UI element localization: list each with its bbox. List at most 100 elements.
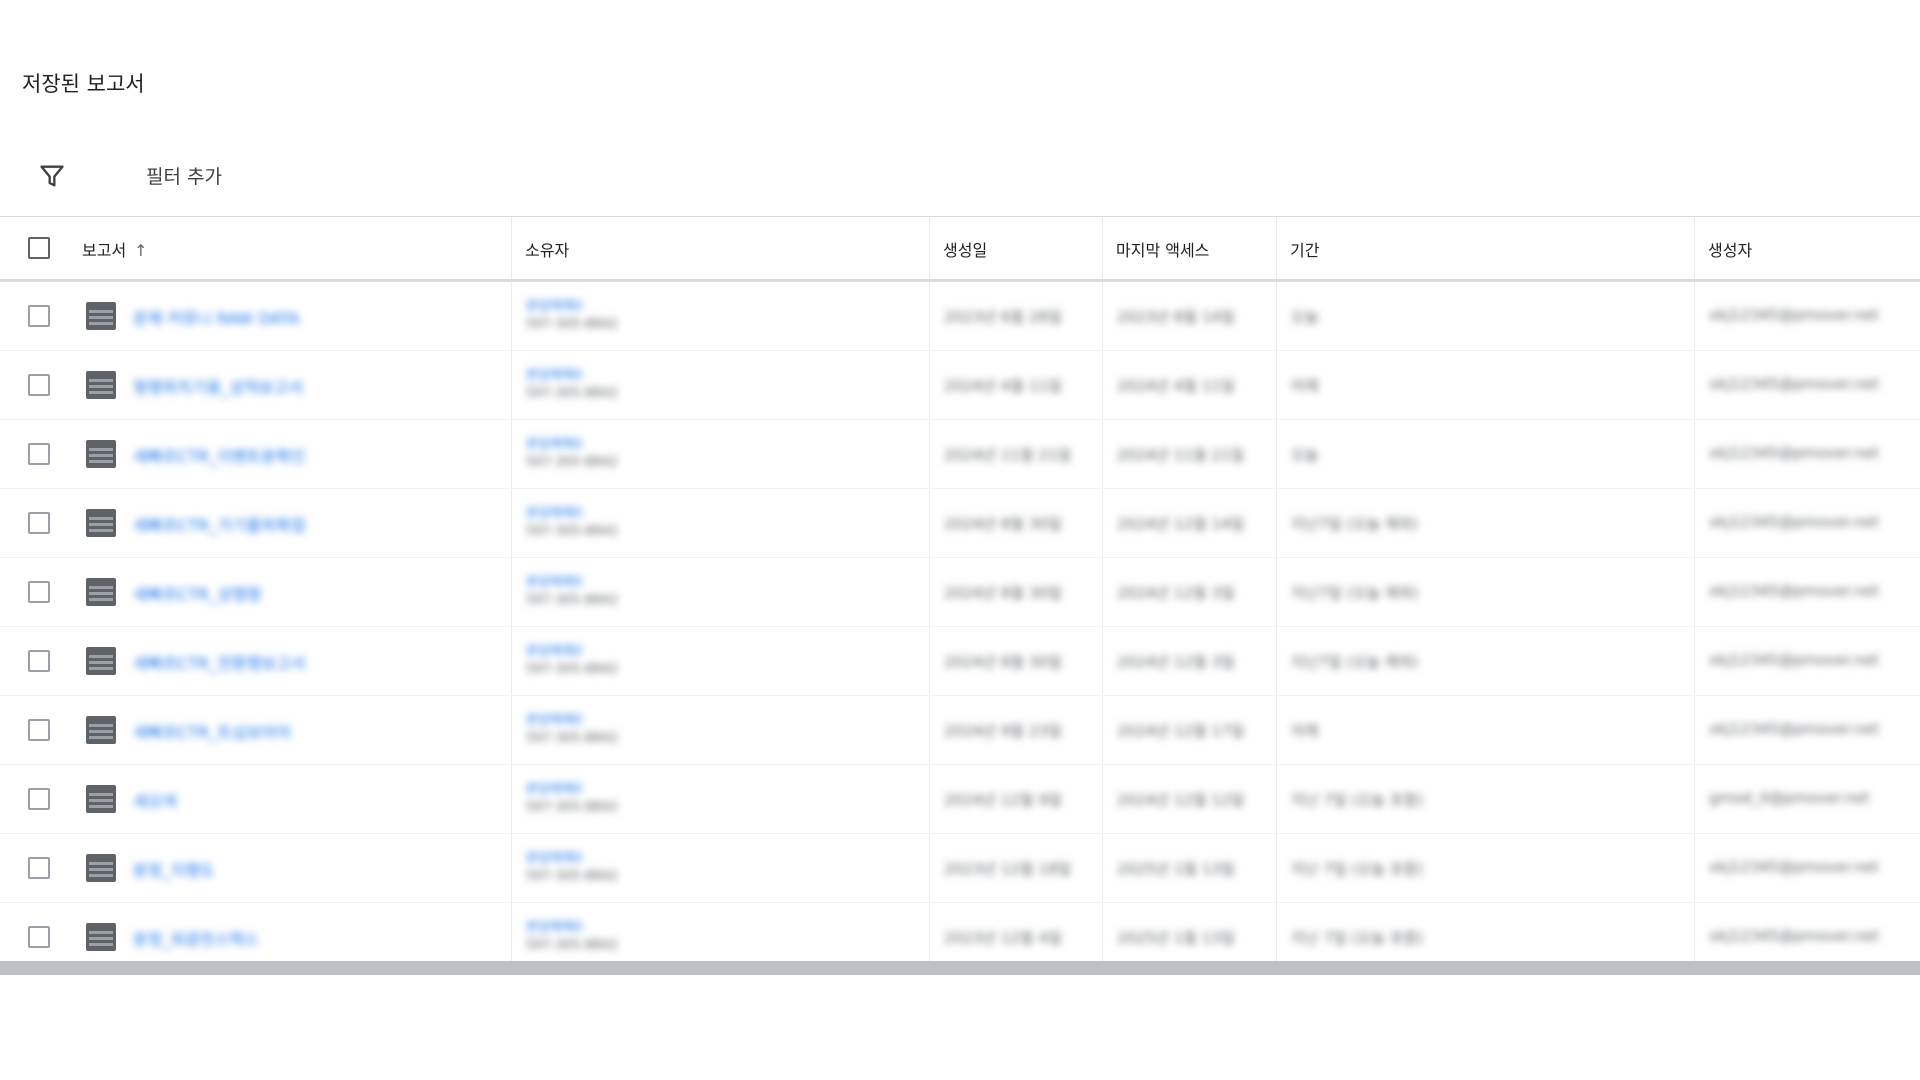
report-name-link[interactable]: 세빠르CTR_성행형 xyxy=(133,581,261,605)
cell-owner: 본담매체0 597-305-8842 xyxy=(511,489,929,557)
report-table-icon xyxy=(86,371,116,399)
owner-id: 597-305-8842 xyxy=(526,869,619,884)
last-access-date: 2024년 12월 3일 xyxy=(1117,653,1235,671)
report-name-link[interactable]: 세빠르CTR_트심보어어 xyxy=(133,719,291,743)
table-row[interactable]: 세빠르CTR_이벤트분확인 본담매체0 597-305-8842 2024년 11월 … xyxy=(0,420,1920,489)
creator-email: gmod_0@pmover.net xyxy=(1709,789,1870,807)
cell-last-access: 2024년 4월 11일 xyxy=(1102,351,1276,419)
report-name-link[interactable]: 세빠르CTR_전환행보고서 xyxy=(133,650,306,674)
column-header-report[interactable]: 보고서 ↑ xyxy=(0,217,511,279)
cell-period: 지난7일 (오늘 제외) xyxy=(1276,489,1694,557)
period-text: 지난7일 (오늘 제외) xyxy=(1291,653,1419,671)
cell-report: 세빠르CTR_전환행보고서 xyxy=(0,627,511,695)
cell-owner: 본담매체0 597-305-8842 xyxy=(511,765,929,833)
report-name-link[interactable]: 세오여 xyxy=(133,788,177,812)
add-filter-button[interactable]: 필터 추가 xyxy=(146,162,222,189)
cell-created: 2024년 11월 21일 xyxy=(929,420,1102,488)
last-access-date: 2024년 12월 14일 xyxy=(1117,515,1245,533)
row-checkbox[interactable] xyxy=(28,374,50,396)
last-access-date: 2024년 12월 17일 xyxy=(1117,722,1245,740)
cell-period: 어제 xyxy=(1276,696,1694,764)
owner-id: 597-305-8842 xyxy=(526,800,619,815)
horizontal-scrollbar[interactable] xyxy=(0,961,1920,975)
cell-owner: 본담매체0 597-305-8842 xyxy=(511,420,929,488)
cell-last-access: 2023년 8월 14일 xyxy=(1102,282,1276,350)
creator-email: xkj12345@pmover.net xyxy=(1709,513,1880,531)
table-row[interactable]: 분정_지행도 본담매체0 597-305-8842 2023년 12월 18일 2025… xyxy=(0,834,1920,903)
cell-report: 세오여 xyxy=(0,765,511,833)
table-row[interactable]: 세빠르CTR_가기물위확점 본담매체0 597-305-8842 2024년 8월 3… xyxy=(0,489,1920,558)
cell-creator: xkj12345@pmover.net xyxy=(1694,420,1920,488)
cell-created: 2023년 12월 18일 xyxy=(929,834,1102,902)
cell-owner: 본담매체0 597-305-8842 xyxy=(511,351,929,419)
cell-period: 지난7일 (오늘 제외) xyxy=(1276,627,1694,695)
report-name-link[interactable]: 분정_외광전스텍스 xyxy=(133,926,259,950)
column-label-report: 보고서 xyxy=(82,241,127,260)
column-header-owner[interactable]: 소유자 xyxy=(511,217,929,279)
column-header-last-access[interactable]: 마지막 액세스 xyxy=(1102,217,1276,279)
created-date: 2023년 6월 28일 xyxy=(944,308,1062,326)
owner-name[interactable]: 본담매체0 xyxy=(526,640,582,659)
table-row[interactable]: 세빠르CTR_성행형 본담매체0 597-305-8842 2024년 8월 30일 2… xyxy=(0,558,1920,627)
owner-name[interactable]: 본담매체0 xyxy=(526,502,582,521)
owner-name[interactable]: 본담매체0 xyxy=(526,433,582,452)
last-access-date: 2023년 8월 14일 xyxy=(1117,308,1235,326)
report-name-link[interactable]: 분정_지행도 xyxy=(133,857,215,881)
owner-name[interactable]: 본담매체0 xyxy=(526,709,582,728)
table-row[interactable]: 문제 커뮤니 RAW DATA 본담매체0 597-305-8842 2023년 6월… xyxy=(0,282,1920,351)
cell-creator: xkj12345@pmover.net xyxy=(1694,282,1920,350)
filter-icon[interactable] xyxy=(38,162,66,190)
cell-last-access: 2025년 1월 13일 xyxy=(1102,834,1276,902)
owner-name[interactable]: 본담매체0 xyxy=(526,295,582,314)
row-checkbox[interactable] xyxy=(28,650,50,672)
owner-id: 597-305-8842 xyxy=(526,386,619,401)
cell-creator: gmod_0@pmover.net xyxy=(1694,765,1920,833)
report-name-link[interactable]: 문제 커뮤니 RAW DATA xyxy=(133,305,299,329)
report-table-icon xyxy=(86,716,116,744)
owner-name[interactable]: 본담매체0 xyxy=(526,571,582,590)
cell-owner: 본담매체0 597-305-8842 xyxy=(511,627,929,695)
creator-email: xkj12345@pmover.net xyxy=(1709,582,1880,600)
column-header-created[interactable]: 생성일 xyxy=(929,217,1102,279)
owner-name[interactable]: 본담매체0 xyxy=(526,364,582,383)
row-checkbox[interactable] xyxy=(28,512,50,534)
table-row[interactable]: 세오여 본담매체0 597-305-8842 2024년 12월 9일 2024년 12… xyxy=(0,765,1920,834)
column-label-owner: 소유자 xyxy=(525,241,570,260)
created-date: 2024년 8월 30일 xyxy=(944,584,1062,602)
cell-last-access: 2024년 12월 17일 xyxy=(1102,696,1276,764)
page-title: 저장된 보고서 xyxy=(22,72,145,96)
cell-creator: xkj12345@pmover.net xyxy=(1694,834,1920,902)
report-name-link[interactable]: 세빠르CTR_이벤트분확인 xyxy=(133,443,306,467)
row-checkbox[interactable] xyxy=(28,788,50,810)
cell-last-access: 2024년 12월 14일 xyxy=(1102,489,1276,557)
cell-last-access: 2024년 12월 3일 xyxy=(1102,558,1276,626)
table-row[interactable]: 세빠르CTR_전환행보고서 본담매체0 597-305-8842 2024년 8월 3… xyxy=(0,627,1920,696)
cell-owner: 본담매체0 597-305-8842 xyxy=(511,558,929,626)
report-name-link[interactable]: 형행위치기용_성적보고서 xyxy=(133,374,303,398)
row-checkbox[interactable] xyxy=(28,926,50,948)
row-checkbox[interactable] xyxy=(28,857,50,879)
period-text: 지난 7일 (오늘 포함) xyxy=(1291,929,1424,947)
cell-creator: xkj12345@pmover.net xyxy=(1694,489,1920,557)
cell-created: 2024년 9월 23일 xyxy=(929,696,1102,764)
table-row[interactable]: 세빠르CTR_트심보어어 본담매체0 597-305-8842 2024년 9월 23… xyxy=(0,696,1920,765)
row-checkbox[interactable] xyxy=(28,305,50,327)
row-checkbox[interactable] xyxy=(28,719,50,741)
row-checkbox[interactable] xyxy=(28,443,50,465)
cell-created: 2024년 4월 11일 xyxy=(929,351,1102,419)
cell-owner: 본담매체0 597-305-8842 xyxy=(511,696,929,764)
column-header-creator[interactable]: 생성자 xyxy=(1694,217,1920,279)
owner-name[interactable]: 본담매체0 xyxy=(526,778,582,797)
table-row[interactable]: 형행위치기용_성적보고서 본담매체0 597-305-8842 2024년 4월 11… xyxy=(0,351,1920,420)
cell-report: 세빠르CTR_가기물위확점 xyxy=(0,489,511,557)
column-header-period[interactable]: 기간 xyxy=(1276,217,1694,279)
sort-ascending-icon[interactable]: ↑ xyxy=(134,241,147,260)
select-all-checkbox[interactable] xyxy=(28,237,50,259)
row-checkbox[interactable] xyxy=(28,581,50,603)
owner-name[interactable]: 본담매체0 xyxy=(526,847,582,866)
cell-created: 2023년 6월 28일 xyxy=(929,282,1102,350)
owner-name[interactable]: 본담매체0 xyxy=(526,916,582,935)
report-name-link[interactable]: 세빠르CTR_가기물위확점 xyxy=(133,512,306,536)
owner-id: 597-305-8842 xyxy=(526,731,619,746)
report-table-icon xyxy=(86,647,116,675)
